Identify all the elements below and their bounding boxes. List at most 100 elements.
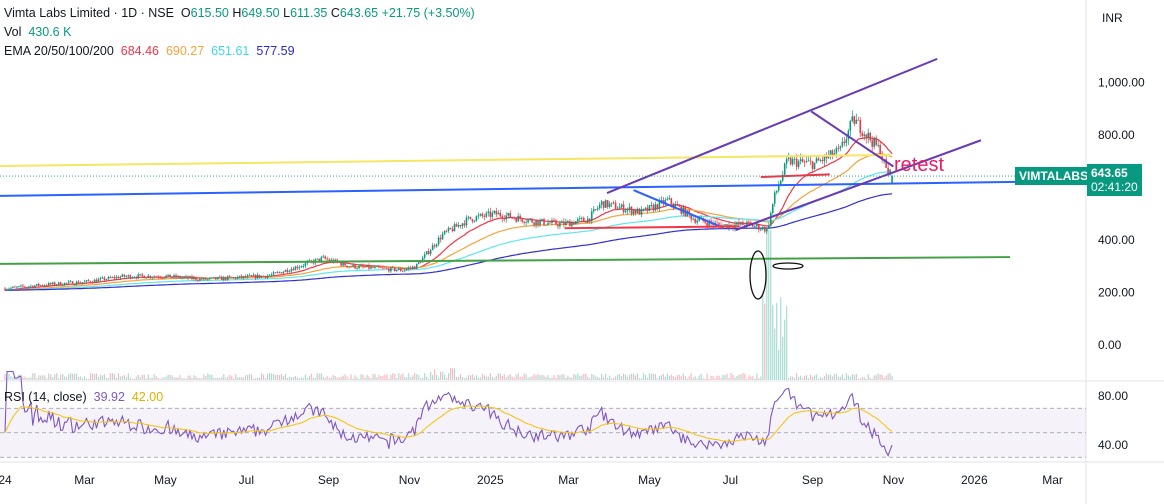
volume-bar [575,374,577,380]
volume-bar [758,378,760,380]
candle-body [292,269,295,271]
candle-body [495,210,498,215]
volume-bar [525,374,527,380]
volume-bar [227,376,229,380]
volume-bar [173,377,175,380]
volume-bar [143,374,145,380]
volume-bar [195,376,197,380]
volume-bar [171,375,173,380]
candle-body [282,271,285,274]
candle-body [431,245,434,251]
candle-body [123,274,126,277]
volume-bar [139,377,141,380]
volume-bar [438,377,440,380]
volume-bar [811,377,814,380]
volume-bar [58,378,60,380]
volume-bar [294,375,296,380]
candle-body [294,266,297,271]
ema100-value: 651.61 [211,44,250,58]
candle-body [819,159,822,161]
candle-body [581,217,583,219]
candle-body [616,208,619,210]
volume-bar [457,377,460,380]
volume-bar [424,373,426,380]
currency-label[interactable]: INR [1102,11,1123,25]
volume-bar [32,373,34,380]
volume-bar [891,376,893,380]
volume-bar [539,375,541,380]
volume-bar [630,373,633,380]
chart-canvas[interactable]: 1,000.00 800.00 400.00 200.00 0.00 80.00 40.00… [0,0,1164,504]
volume-bar [179,375,181,380]
volume-bar [672,375,674,380]
candle-body [63,282,66,286]
volume-bar [523,373,525,380]
volume-bar [694,376,696,380]
candle-body [228,276,231,278]
time-tick: Jul [239,473,254,487]
ema-legend[interactable]: EMA 20/50/100/200 684.46 690.27 651.61 5… [4,44,295,58]
candle-body [286,269,289,273]
volume-bar [346,376,348,380]
candle-body [789,157,792,165]
volume-bar [324,378,326,380]
symbol-name[interactable]: Vimta Labs Limited [4,6,110,20]
candle-body [439,237,442,240]
volume-bar [79,376,82,380]
volume-bar [282,376,285,380]
candle-body [28,286,30,288]
volume-bar [105,377,108,380]
volume-legend[interactable]: Vol 430.6 K [4,25,71,39]
candle-body [543,219,545,225]
candle-body [624,210,627,213]
price-tick: 200.00 [1098,286,1135,300]
volume-bar [652,373,655,380]
volume-bar [131,378,133,380]
candle-body [248,275,251,276]
candle-body [69,281,72,283]
candle-body [364,266,366,268]
volume-bar [28,377,30,380]
candle-body [487,211,490,213]
candle-body [459,224,462,227]
volume-bar [278,375,281,380]
candle-body [209,277,211,279]
candle-body [845,139,848,144]
candle-body [242,276,245,278]
candle-body [519,215,521,220]
volume-bar [875,375,877,380]
candle-body [859,120,862,134]
candle-body [567,221,569,222]
volume-bar [260,373,263,380]
volume-bar [390,374,392,380]
volume-bar [557,374,559,380]
volume-bar [736,375,738,380]
candle-body [869,132,872,141]
chart-window[interactable]: 1,000.00 800.00 400.00 200.00 0.00 80.00 40.00… [0,0,1164,504]
volume-bar [332,375,334,380]
candle-body [215,277,217,280]
candle-body [523,221,525,223]
volume-bar [595,376,597,380]
candle-body [12,286,14,288]
volume-bar [4,374,6,380]
candle-body [157,276,159,278]
volume-bar [881,374,883,380]
candle-body [16,286,18,288]
candle-body [628,207,631,210]
volume-bar [509,374,511,380]
candle-body [211,277,213,279]
candle-body [230,276,233,278]
rsi-legend[interactable]: RSI (14, close) 39.92 42.00 [4,390,163,404]
interval[interactable]: 1D [121,6,137,20]
volume-bar [501,376,503,380]
volume-bar [487,376,489,380]
candle-body [457,224,460,227]
candle-body [600,201,603,205]
volume-bar [352,378,354,380]
candle-body [777,185,780,191]
candle-body [594,209,597,210]
volume-bar [8,373,10,380]
low-value: 611.35 [290,6,328,20]
candle-body [382,267,384,269]
